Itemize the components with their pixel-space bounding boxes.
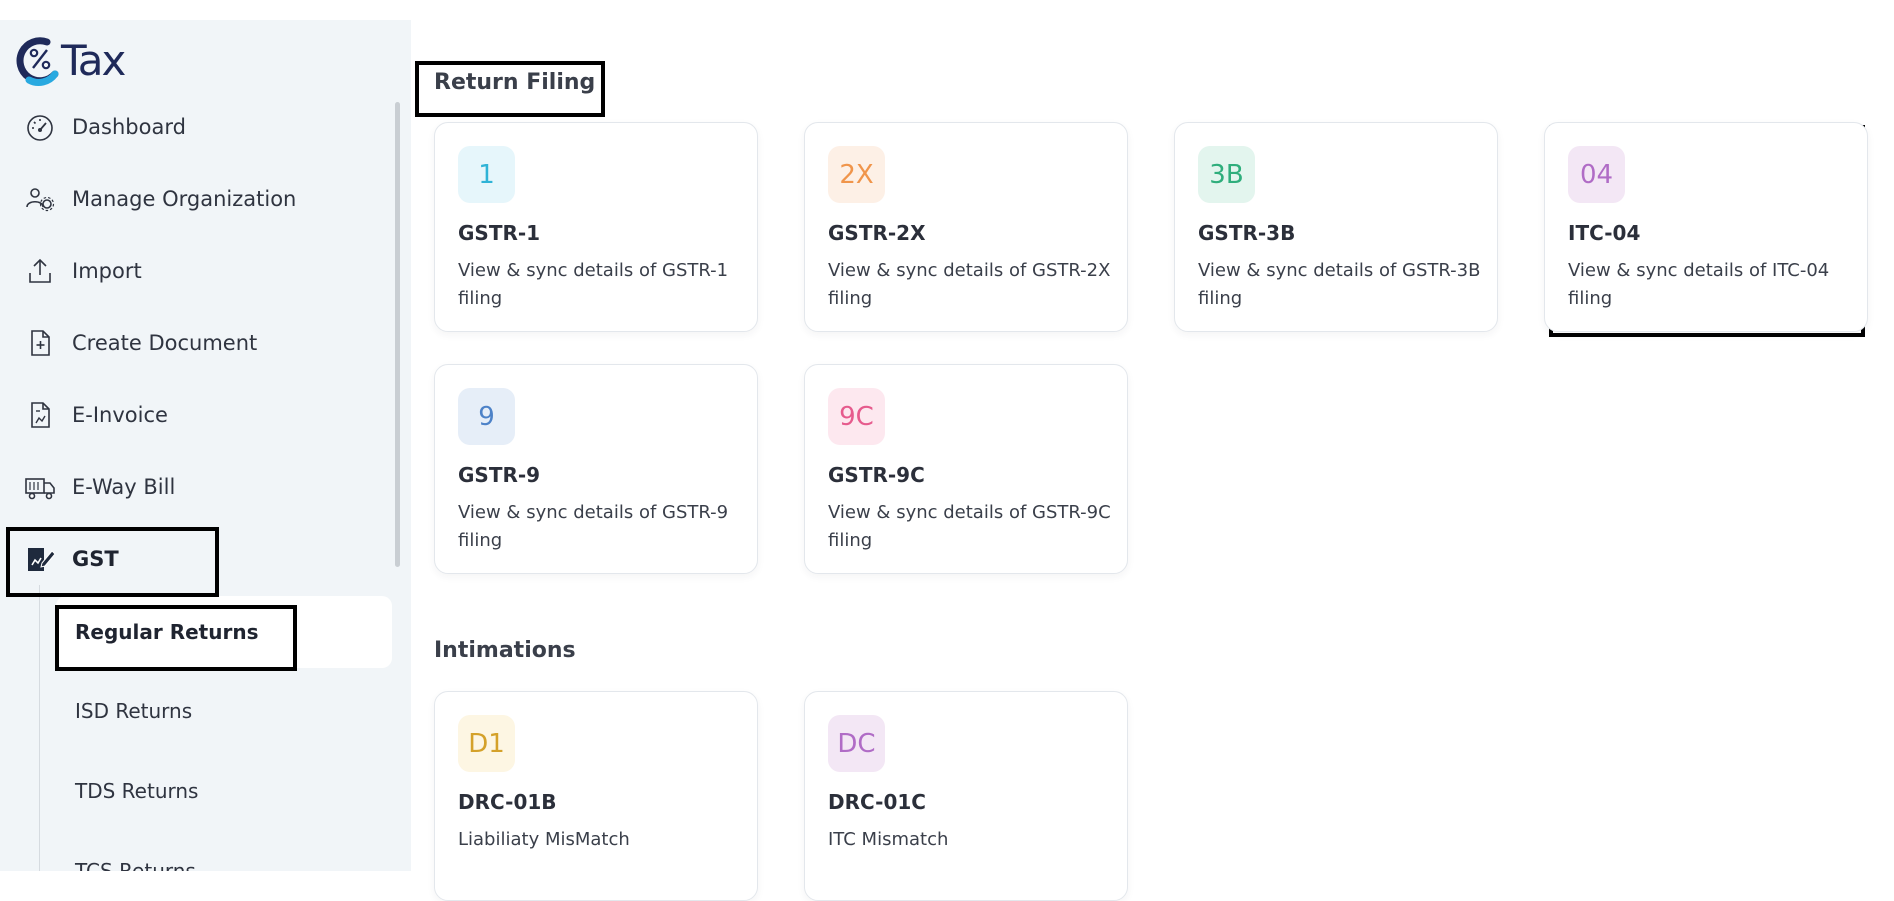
card-description: ITC Mismatch (828, 829, 949, 850)
subnav-item-regular-returns[interactable]: Regular Returns (56, 596, 392, 668)
card-title: GSTR-1 (458, 221, 541, 245)
return-card-gstr-9c[interactable]: 9C GSTR-9C View & sync details of GSTR-9… (804, 364, 1128, 574)
card-title: GSTR-9C (828, 463, 925, 487)
card-badge: 9 (458, 388, 515, 445)
sidebar-item-label: Import (72, 259, 142, 283)
sidebar-item-import[interactable]: Import (0, 241, 395, 301)
users-gear-icon (26, 188, 55, 212)
sidebar-item-label: Create Document (72, 331, 258, 355)
sidebar-item-e-invoice[interactable]: E-Invoice (0, 385, 395, 445)
card-badge: 9C (828, 388, 885, 445)
card-title: ITC-04 (1568, 221, 1641, 245)
intimation-card-drc-01b[interactable]: D1 DRC-01B Liabiliaty MisMatch (434, 691, 758, 901)
invoice-document-icon (31, 402, 50, 428)
sidebar-item-e-way-bill[interactable]: E-Way Bill (0, 457, 395, 517)
subnav-item-tds-returns[interactable]: TDS Returns (56, 755, 392, 827)
intimation-card-drc-01c[interactable]: DC DRC-01C ITC Mismatch (804, 691, 1128, 901)
sidebar-item-gst[interactable]: GST (0, 529, 395, 589)
return-card-itc-04[interactable]: 04 ITC-04 View & sync details of ITC-04 … (1544, 122, 1868, 332)
card-badge: 2X (828, 146, 885, 203)
sidebar-item-label: Dashboard (72, 115, 186, 139)
document-plus-icon (31, 330, 50, 356)
subnav-item-label: TCS Returns (75, 859, 196, 871)
subnav-item-label: Regular Returns (75, 620, 259, 644)
card-description: View & sync details of GSTR-1 filing (458, 260, 729, 309)
gst-document-pen-icon (28, 548, 56, 571)
logo-text: Tax (61, 35, 126, 85)
return-card-gstr-3b[interactable]: 3B GSTR-3B View & sync details of GSTR-3… (1174, 122, 1498, 332)
upload-tray-icon (29, 258, 51, 283)
card-badge: D1 (458, 715, 515, 772)
card-title: GSTR-9 (458, 463, 541, 487)
sidebar-item-label: Manage Organization (72, 187, 297, 211)
card-title: GSTR-2X (828, 221, 926, 245)
card-badge: 04 (1568, 146, 1625, 203)
card-description: View & sync details of GSTR-9 filing (458, 502, 729, 551)
dashboard-gauge-icon (27, 115, 53, 141)
sidebar-scrollbar[interactable] (395, 102, 400, 567)
card-badge: 3B (1198, 146, 1255, 203)
card-title: DRC-01B (458, 790, 557, 814)
card-description: View & sync details of ITC-04 filing (1568, 260, 1830, 309)
sidebar-item-create-document[interactable]: Create Document (0, 313, 395, 373)
sidebar-item-manage-organization[interactable]: Manage Organization (0, 169, 395, 229)
card-badge: 1 (458, 146, 515, 203)
card-title: DRC-01C (828, 790, 926, 814)
sidebar: Tax Dashboard Manage Organization Import (0, 20, 411, 871)
percent-logo-icon (16, 37, 59, 86)
sidebar-item-label: E-Way Bill (72, 475, 176, 499)
subnav-item-isd-returns[interactable]: ISD Returns (56, 675, 392, 747)
card-badge: DC (828, 715, 885, 772)
card-description: View & sync details of GSTR-2X filing (828, 260, 1111, 309)
brand-logo[interactable]: Tax (15, 32, 126, 88)
section-title-return-filing: Return Filing (434, 70, 596, 95)
sidebar-item-label: E-Invoice (72, 403, 168, 427)
subnav-item-tcs-returns[interactable]: TCS Returns (56, 835, 392, 871)
truck-icon (25, 478, 55, 500)
return-card-gstr-1[interactable]: 1 GSTR-1 View & sync details of GSTR-1 f… (434, 122, 758, 332)
return-card-gstr-2x[interactable]: 2X GSTR-2X View & sync details of GSTR-2… (804, 122, 1128, 332)
card-description: Liabiliaty MisMatch (458, 829, 630, 850)
subnav-item-label: TDS Returns (75, 779, 199, 803)
card-description: View & sync details of GSTR-3B filing (1198, 260, 1481, 309)
section-title-intimations: Intimations (434, 638, 576, 663)
card-title: GSTR-3B (1198, 221, 1296, 245)
sidebar-item-dashboard[interactable]: Dashboard (0, 97, 395, 157)
subnav-item-label: ISD Returns (75, 699, 193, 723)
sidebar-item-label: GST (72, 547, 119, 571)
card-description: View & sync details of GSTR-9C filing (828, 502, 1111, 551)
subnav-divider (39, 585, 40, 871)
return-card-gstr-9[interactable]: 9 GSTR-9 View & sync details of GSTR-9 f… (434, 364, 758, 574)
